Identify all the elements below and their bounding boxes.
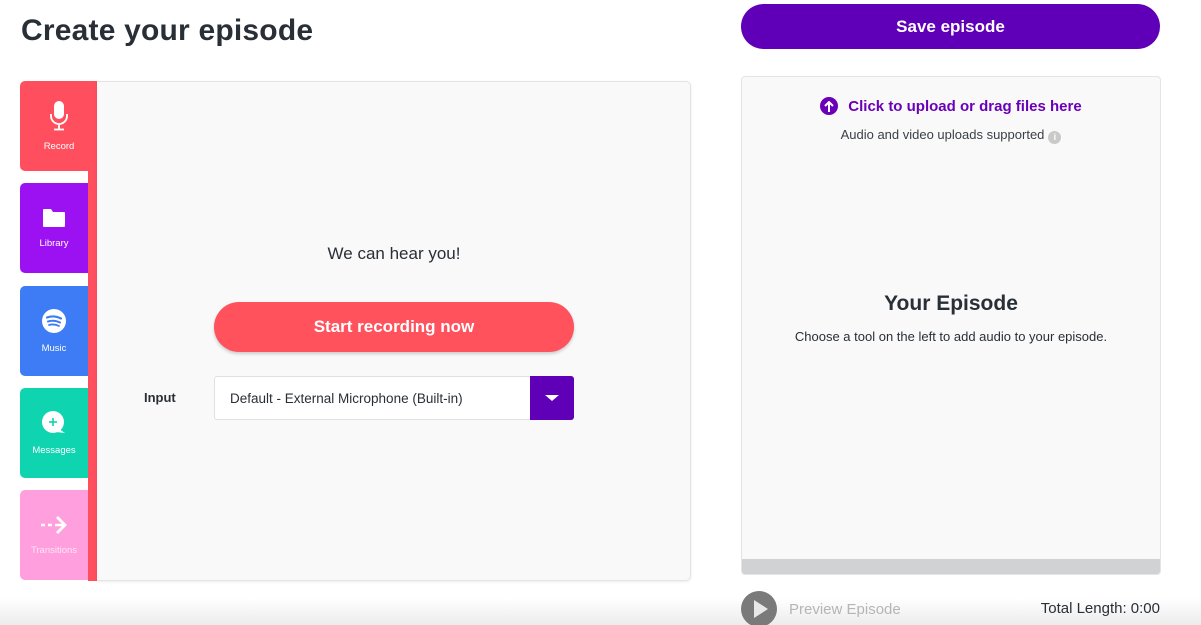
start-recording-button[interactable]: Start recording now (214, 302, 574, 352)
episode-subtitle: Choose a tool on the left to add audio t… (794, 329, 1108, 344)
tool-tab-messages[interactable]: Messages (20, 388, 88, 478)
upload-label: Click to upload or drag files here (848, 97, 1082, 115)
record-panel: We can hear you! Start recording now Inp… (97, 81, 691, 581)
input-label: Input (144, 390, 176, 405)
input-device-select[interactable]: Default - External Microphone (Built-in) (214, 376, 574, 420)
upload-link[interactable]: Click to upload or drag files here (742, 97, 1160, 115)
preview-label: Preview Episode (789, 600, 901, 618)
save-episode-button[interactable]: Save episode (741, 4, 1160, 49)
input-device-value: Default - External Microphone (Built-in) (230, 390, 463, 406)
tool-label: Transitions (30, 544, 78, 556)
upload-subtext: Audio and video uploads supported i (742, 127, 1160, 144)
tool-tab-music[interactable]: Music (20, 286, 88, 376)
upload-icon (820, 97, 839, 115)
footer-bar (0, 598, 1201, 625)
upload-subtext-label: Audio and video uploads supported (840, 127, 1045, 142)
tool-label: Messages (32, 444, 76, 456)
page-title: Create your episode (21, 14, 314, 47)
info-icon[interactable]: i (1048, 131, 1062, 144)
tool-tab-record[interactable]: Record (20, 81, 98, 171)
mic-status-text: We can hear you! (327, 244, 461, 263)
tool-label: Library (39, 237, 69, 249)
total-length: Total Length: 0:00 (1040, 600, 1160, 617)
tool-label: Music (41, 342, 67, 354)
chevron-down-icon (545, 395, 559, 401)
preview-episode-button[interactable]: Preview Episode (741, 591, 901, 625)
message-add-icon (42, 410, 65, 433)
episode-panel: Click to upload or drag files here Audio… (741, 76, 1161, 575)
episode-title: Your Episode (884, 292, 1018, 315)
spotify-icon (42, 308, 66, 333)
tool-label: Record (43, 140, 75, 152)
episode-timeline-bar (742, 559, 1160, 574)
dashed-arrow-icon (41, 515, 67, 534)
play-icon (741, 591, 777, 625)
dropdown-button[interactable] (530, 376, 574, 420)
folder-icon (43, 208, 65, 227)
tool-tab-transitions[interactable]: Transitions (20, 490, 88, 580)
microphone-icon (50, 100, 68, 130)
tool-tab-library[interactable]: Library (20, 183, 88, 273)
